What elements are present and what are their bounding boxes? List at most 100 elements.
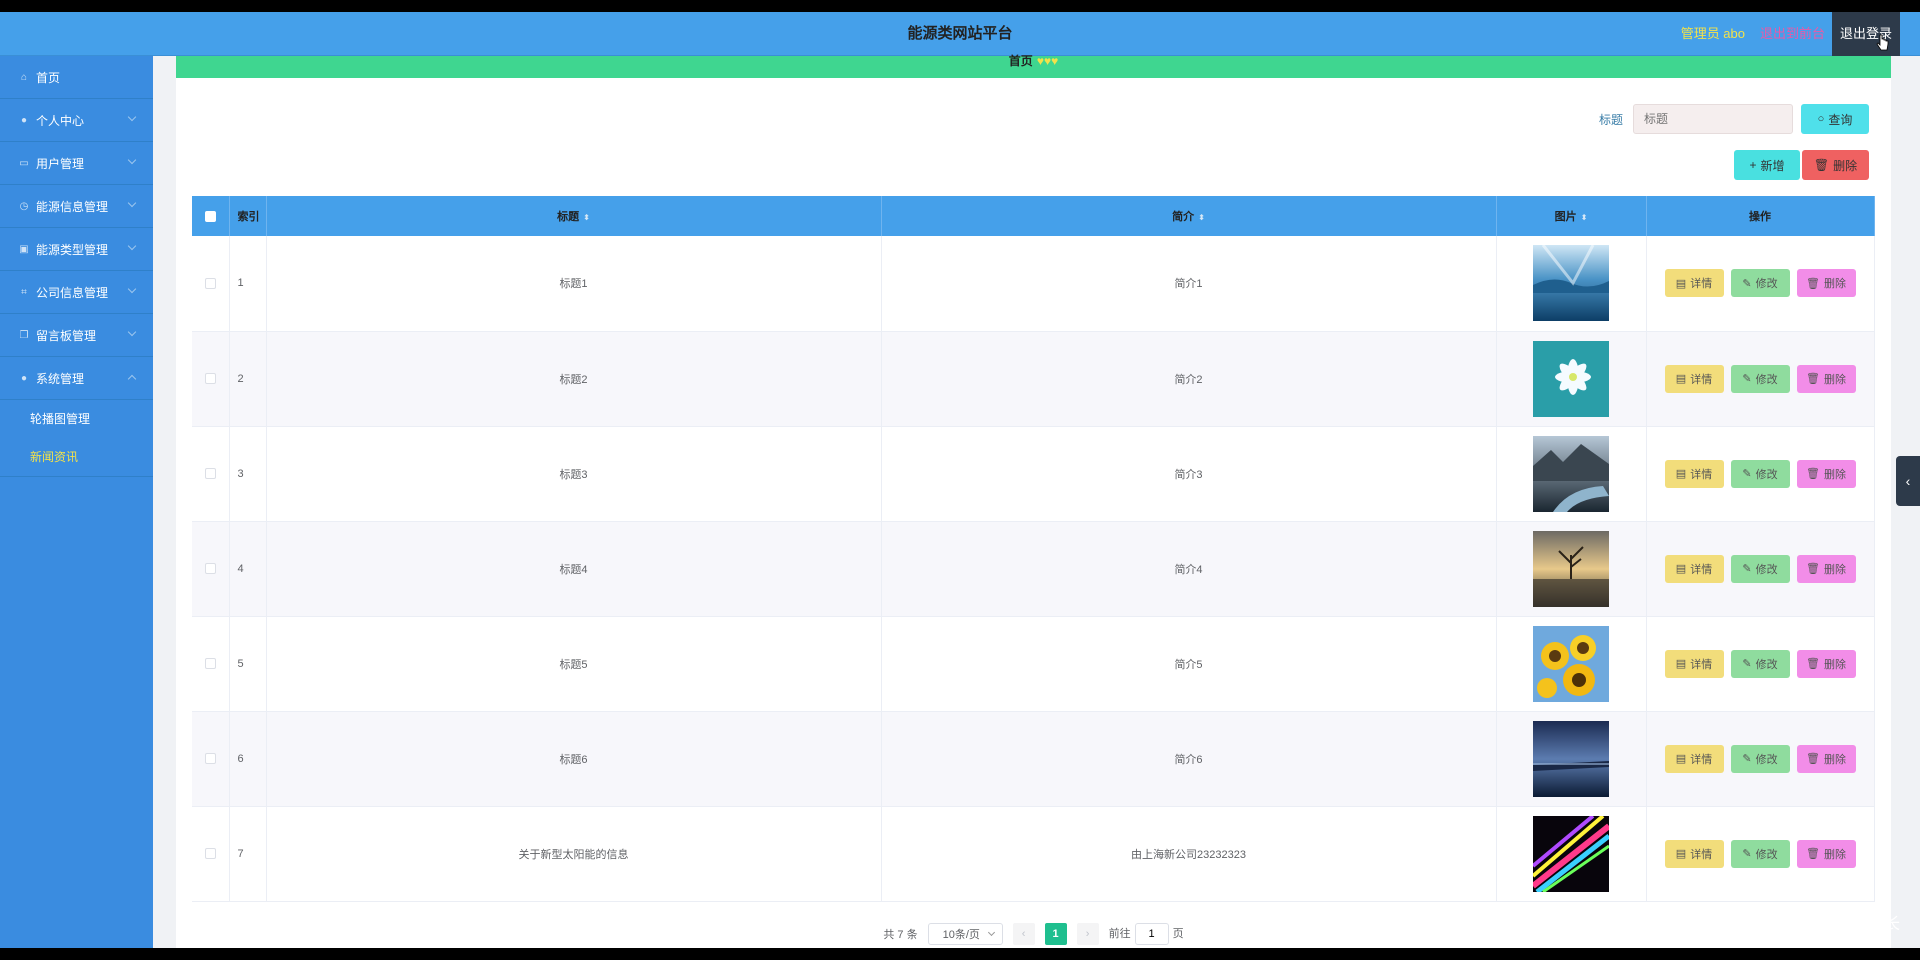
- chevron-down-icon: [127, 327, 137, 337]
- delete-button[interactable]: 🗑 删除: [1796, 554, 1856, 583]
- delete-button[interactable]: 🗑 删除: [1796, 744, 1856, 773]
- row-index: 7: [229, 806, 267, 902]
- trash-icon: 🗑: [1806, 277, 1820, 290]
- prev-page-button[interactable]: ‹: [1012, 923, 1035, 945]
- sidebar-item-system[interactable]: ● 系统管理: [0, 357, 153, 400]
- edit-button[interactable]: ✎ 修改: [1730, 269, 1790, 298]
- row-image-cell: [1496, 521, 1647, 617]
- row-checkbox[interactable]: [204, 753, 216, 765]
- row-image-cell: [1496, 236, 1647, 332]
- row-intro: 简介1: [881, 236, 1497, 332]
- detail-button[interactable]: ▤ 详情: [1664, 744, 1724, 773]
- edit-button[interactable]: ✎ 修改: [1730, 459, 1790, 488]
- table-row[interactable]: 4 标题4 简介4 ▤ 详情 ✎ 修改 🗑 删除: [192, 521, 1875, 617]
- detail-button[interactable]: ▤ 详情: [1664, 364, 1724, 393]
- table-row[interactable]: 2 标题2 简介2 ▤ 详情 ✎ 修改 🗑 删除: [192, 331, 1875, 427]
- sort-icon[interactable]: ⬍: [1198, 213, 1205, 222]
- edit-button-label: 修改: [1755, 563, 1778, 576]
- delete-button[interactable]: 🗑 删除: [1796, 364, 1856, 393]
- row-intro: 简介2: [881, 331, 1497, 427]
- sidebar-item-profile[interactable]: ● 个人中心: [0, 99, 153, 142]
- table-row[interactable]: 3 标题3 简介3 ▤ 详情 ✎ 修改 🗑 删除: [192, 426, 1875, 522]
- delete-button[interactable]: 🗑 删除: [1796, 269, 1856, 298]
- news-table: 索引 标题 ⬍ 简介 ⬍ 图片 ⬍ 操作 1 标题1 简介1 ▤ 详情 ✎ 修改 🗑 删除 2 标题2 简介…: [192, 196, 1875, 902]
- sidebar-item-company-info[interactable]: ⌗ 公司信息管理: [0, 271, 153, 314]
- home-icon: ⌂: [20, 71, 28, 83]
- row-title: 标题6: [266, 711, 882, 807]
- row-checkbox[interactable]: [204, 658, 216, 670]
- pointer-cursor-icon: [1876, 34, 1889, 51]
- table-row[interactable]: 5 标题5 简介5 ▤ 详情 ✎ 修改 🗑 删除: [192, 616, 1875, 712]
- pencil-icon: ✎: [1742, 277, 1752, 290]
- table-row[interactable]: 1 标题1 简介1 ▤ 详情 ✎ 修改 🗑 删除: [192, 236, 1875, 332]
- top-navbar: 能源类网站平台 管理员 abo 退出到前台 退出登录: [0, 12, 1920, 56]
- row-checkbox[interactable]: [204, 848, 216, 860]
- breadcrumb-home[interactable]: 首页: [1009, 54, 1033, 68]
- detail-button[interactable]: ▤ 详情: [1664, 459, 1724, 488]
- exit-to-front-link[interactable]: 退出到前台: [1760, 12, 1825, 56]
- edit-button[interactable]: ✎ 修改: [1730, 364, 1790, 393]
- search-bar: 标题 ○ 查询: [1599, 104, 1869, 134]
- pencil-icon: ✎: [1742, 753, 1752, 765]
- sidebar-item-home[interactable]: ⌂ 首页: [0, 56, 153, 99]
- plus-icon: +: [1749, 158, 1757, 172]
- column-header-image[interactable]: 图片 ⬍: [1496, 196, 1647, 236]
- row-checkbox[interactable]: [204, 277, 216, 289]
- delete-button[interactable]: 🗑 删除: [1796, 459, 1856, 488]
- detail-button[interactable]: ▤ 详情: [1664, 839, 1724, 868]
- table-row[interactable]: 7 关于新型太阳能的信息 由上海新公司23232323 ▤ 详情 ✎ 修改 🗑 删除: [192, 806, 1875, 902]
- edit-button[interactable]: ✎ 修改: [1730, 744, 1790, 773]
- sidebar-item-users[interactable]: ▭ 用户管理: [0, 142, 153, 185]
- sidebar-subitem-carousel[interactable]: 轮播图管理: [0, 400, 153, 438]
- sort-icon[interactable]: ⬍: [1581, 213, 1588, 222]
- delete-button[interactable]: 🗑 删除: [1796, 649, 1856, 678]
- add-button-label: 新增: [1760, 158, 1785, 173]
- row-actions: ▤ 详情 ✎ 修改 🗑 删除: [1646, 806, 1875, 902]
- sidebar-item-label: 系统管理: [36, 371, 85, 386]
- user-icon: ●: [20, 372, 28, 384]
- row-checkbox[interactable]: [204, 373, 216, 385]
- row-checkbox[interactable]: [204, 563, 216, 575]
- delete-button-label: 删除: [1823, 753, 1846, 766]
- sidebar-item-energy-info[interactable]: ◷ 能源信息管理: [0, 185, 153, 228]
- select-all-checkbox[interactable]: [204, 210, 216, 222]
- panel-toggle-button[interactable]: ‹: [1896, 456, 1920, 506]
- edit-button-label: 修改: [1755, 848, 1778, 861]
- sidebar-item-message-board[interactable]: ❐ 留言板管理: [0, 314, 153, 357]
- table-row[interactable]: 6 标题6 简介6 ▤ 详情 ✎ 修改 🗑 删除: [192, 711, 1875, 807]
- document-icon: ▤: [1675, 468, 1687, 480]
- edit-button[interactable]: ✎ 修改: [1730, 649, 1790, 678]
- detail-button[interactable]: ▤ 详情: [1664, 554, 1724, 583]
- goto-page-input[interactable]: [1134, 923, 1169, 945]
- column-header-intro[interactable]: 简介 ⬍: [881, 196, 1497, 236]
- sidebar-subitem-news[interactable]: 新闻资讯: [0, 438, 153, 476]
- toolbar-actions: + 新增 🗑 删除: [1734, 150, 1869, 180]
- title-search-input[interactable]: [1633, 104, 1793, 134]
- row-actions: ▤ 详情 ✎ 修改 🗑 删除: [1646, 616, 1875, 712]
- column-header-label: 标题: [557, 211, 580, 223]
- column-header-title[interactable]: 标题 ⬍: [266, 196, 882, 236]
- page-size-select[interactable]: 10条/页: [927, 923, 1003, 945]
- detail-button[interactable]: ▤ 详情: [1664, 269, 1724, 298]
- sort-icon[interactable]: ⬍: [583, 213, 590, 222]
- document-icon: ▤: [1675, 658, 1687, 670]
- edit-button[interactable]: ✎ 修改: [1730, 839, 1790, 868]
- copy-icon: ❐: [19, 329, 29, 341]
- batch-delete-button[interactable]: 🗑 删除: [1802, 150, 1869, 180]
- row-checkbox[interactable]: [204, 468, 216, 480]
- delete-button[interactable]: 🗑 删除: [1796, 839, 1856, 868]
- trash-icon: 🗑: [1806, 658, 1820, 670]
- next-page-button[interactable]: ›: [1076, 923, 1099, 945]
- page-number-current[interactable]: 1: [1044, 923, 1067, 945]
- column-header-label: 图片: [1554, 211, 1577, 223]
- query-button[interactable]: ○ 查询: [1801, 104, 1869, 134]
- row-image-cell: [1496, 426, 1647, 522]
- chevron-down-icon: [127, 284, 137, 294]
- edit-button[interactable]: ✎ 修改: [1730, 554, 1790, 583]
- sidebar-item-energy-type[interactable]: ▣ 能源类型管理: [0, 228, 153, 271]
- add-button[interactable]: + 新增: [1734, 150, 1800, 180]
- sidebar-menu: ⌂ 首页 ● 个人中心 ▭ 用户管理 ◷ 能源信息管理 ▣ 能源类型管理 ⌗ 公…: [0, 56, 153, 948]
- sunflower-thumbnail-image: [1533, 625, 1609, 702]
- row-index: 1: [229, 236, 267, 332]
- detail-button[interactable]: ▤ 详情: [1664, 649, 1724, 678]
